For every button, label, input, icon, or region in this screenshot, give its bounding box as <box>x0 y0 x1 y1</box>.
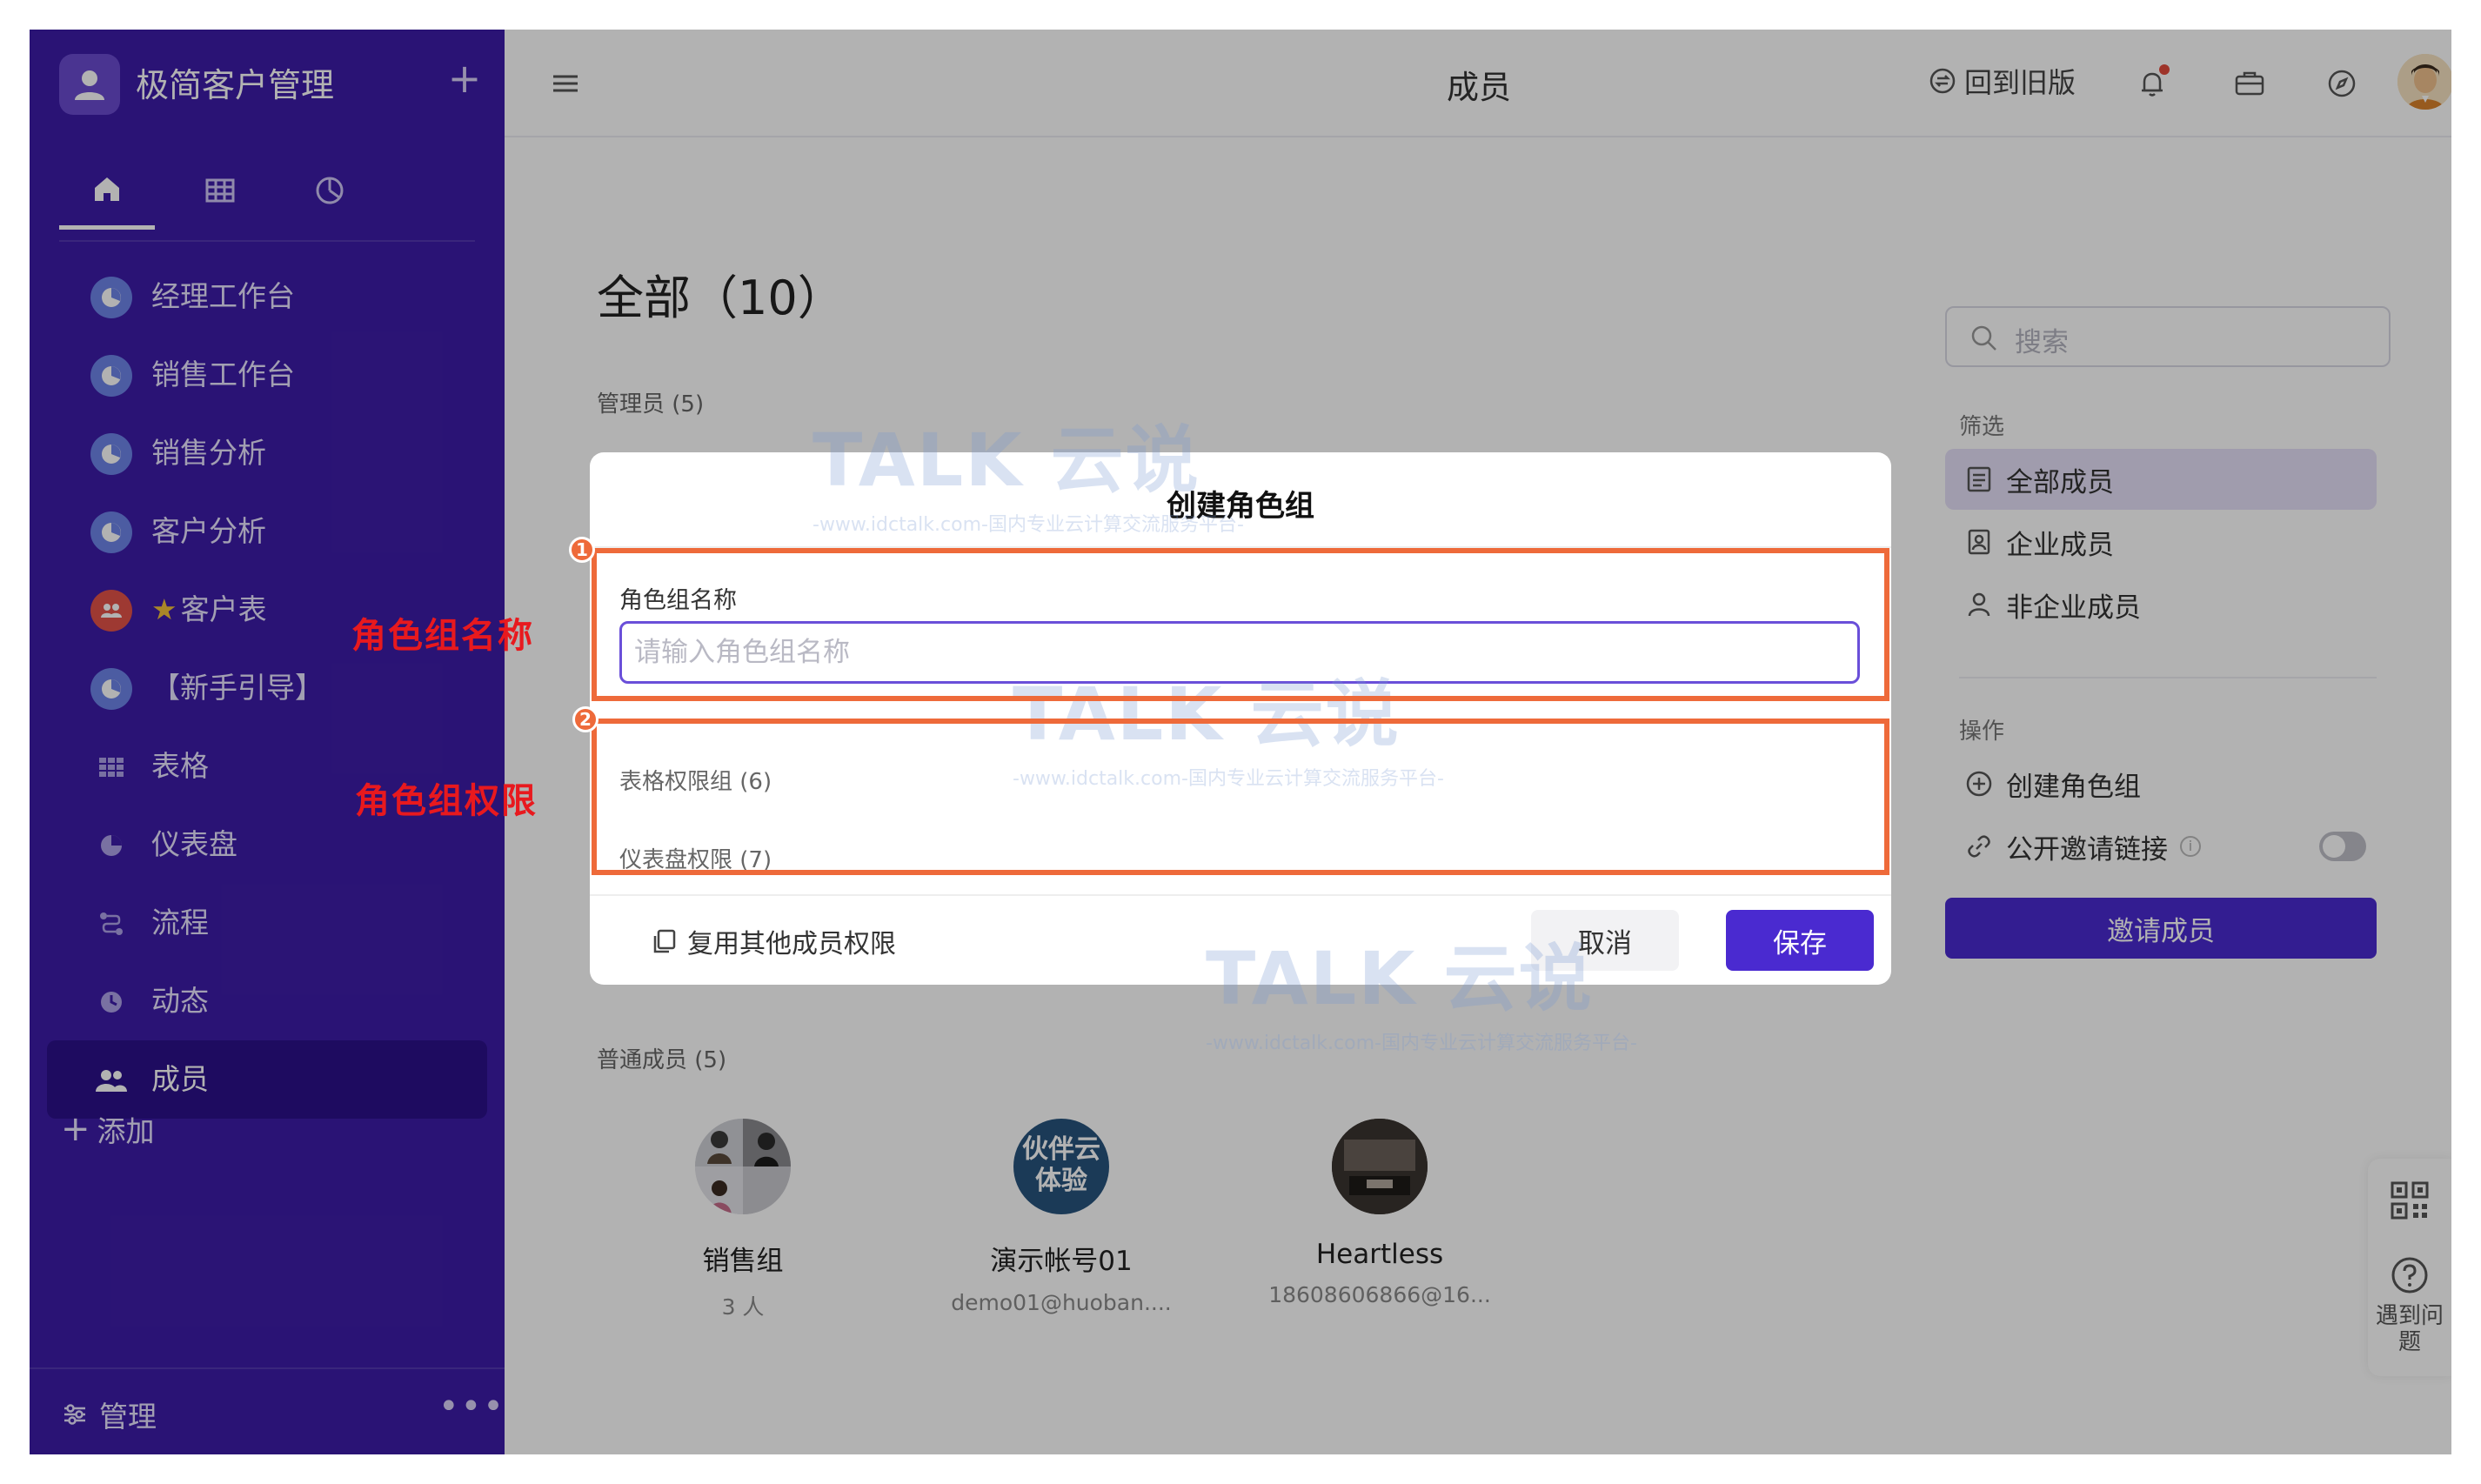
annotation-badge: 1 <box>569 537 595 563</box>
annotation-badge: 2 <box>572 706 599 732</box>
reuse-permissions-button[interactable]: 复用其他成员权限 <box>651 922 896 960</box>
annotation-text: 角色组名称 <box>351 616 534 656</box>
divider <box>590 894 1891 896</box>
annotation-box-name <box>592 548 1889 701</box>
dialog-title: 创建角色组 <box>1167 489 1314 524</box>
annotation-box-permissions <box>592 719 1889 875</box>
annotation-text: 角色组权限 <box>355 781 538 821</box>
cancel-button[interactable]: 取消 <box>1531 910 1679 971</box>
copy-icon <box>653 929 676 953</box>
reuse-permissions-label: 复用其他成员权限 <box>687 929 896 959</box>
save-button[interactable]: 保存 <box>1726 910 1874 971</box>
app-window: 极简客户管理 + 经理工作台 销售工作台 销售分析 客户分析 ★ 客户表 【新手… <box>30 30 2451 1454</box>
